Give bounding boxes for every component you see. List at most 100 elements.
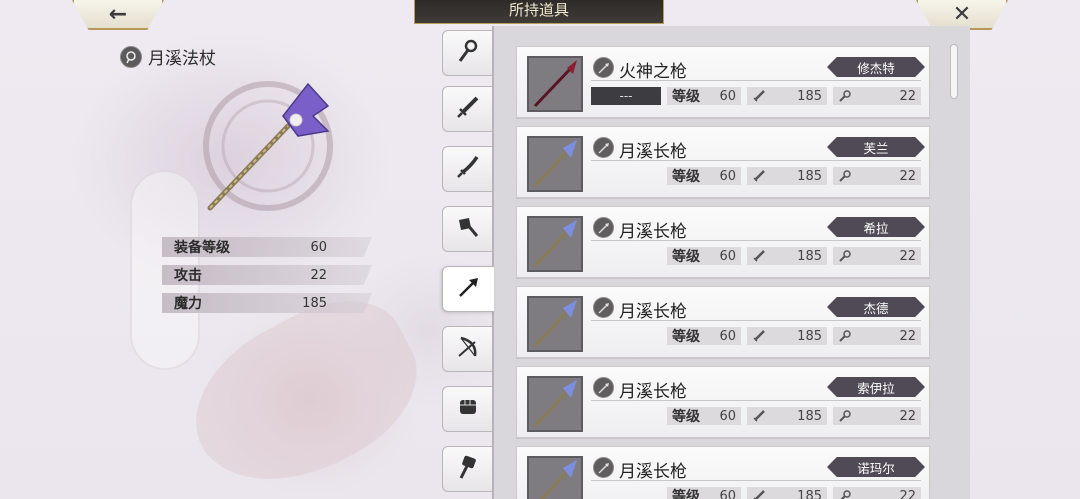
detail-header: 月溪法杖 — [120, 44, 216, 69]
tab-spear[interactable] — [442, 266, 494, 312]
magic-value: 22 — [899, 168, 916, 184]
item-card[interactable]: 火神之枪 修杰特 --- 等级 60 185 22 — [516, 46, 930, 118]
owner-tag: 修杰特 — [827, 57, 925, 77]
sword-stat-icon — [752, 409, 766, 423]
magic-value: 22 — [899, 488, 916, 499]
detail-stat-magic: 魔力 185 — [162, 293, 372, 313]
item-thumbnail — [527, 136, 583, 192]
level-stat: 等级 60 — [667, 167, 741, 185]
level-value: 60 — [719, 168, 736, 184]
staff-stat-icon — [838, 329, 852, 343]
divider — [591, 240, 921, 241]
spear-type-icon — [593, 457, 614, 478]
stat-label: 装备等级 — [174, 240, 230, 256]
owner-tag: 杰德 — [827, 297, 925, 317]
level-stat: 等级 60 — [667, 87, 741, 105]
close-icon: ✕ — [952, 1, 972, 27]
attack-value: 185 — [797, 248, 822, 264]
tab-sword[interactable] — [442, 86, 492, 132]
divider — [591, 160, 921, 161]
owner-tag: 芙兰 — [827, 137, 925, 157]
item-card[interactable]: 月溪长枪 诺玛尔 等级 60 185 22 — [516, 446, 930, 499]
item-card[interactable]: 月溪长枪 芙兰 等级 60 185 22 — [516, 126, 930, 198]
spear-type-icon — [593, 217, 614, 238]
detail-item-name: 月溪法杖 — [148, 49, 216, 69]
attack-stat: 185 — [747, 327, 827, 345]
level-label: 等级 — [672, 489, 700, 499]
stat-value: 22 — [310, 267, 327, 283]
magic-stat: 22 — [833, 87, 921, 105]
item-card[interactable]: 月溪长枪 杰德 等级 60 185 22 — [516, 286, 930, 358]
level-label: 等级 — [672, 169, 700, 185]
spear-type-icon — [593, 57, 614, 78]
item-name: 月溪长枪 — [619, 142, 687, 162]
item-name: 月溪长枪 — [619, 462, 687, 482]
staff-stat-icon — [838, 169, 852, 183]
page-title: 所持道具 — [414, 0, 664, 24]
level-value: 60 — [719, 88, 736, 104]
equipped-indicator: --- — [591, 87, 661, 105]
tab-hammer[interactable] — [442, 446, 492, 492]
item-card[interactable]: 月溪长枪 索伊拉 等级 60 185 22 — [516, 366, 930, 438]
staff-stat-icon — [838, 89, 852, 103]
magic-stat: 22 — [833, 167, 921, 185]
stat-label: 魔力 — [174, 296, 202, 312]
level-stat: 等级 60 — [667, 487, 741, 499]
staff-stat-icon — [838, 249, 852, 263]
magic-value: 22 — [899, 248, 916, 264]
magic-stat: 22 — [833, 247, 921, 265]
level-stat: 等级 60 — [667, 407, 741, 425]
item-thumbnail — [527, 296, 583, 352]
attack-value: 185 — [797, 408, 822, 424]
divider — [591, 320, 921, 321]
magic-stat: 22 — [833, 487, 921, 499]
level-value: 60 — [719, 488, 736, 499]
level-value: 60 — [719, 248, 736, 264]
item-name: 月溪长枪 — [619, 382, 687, 402]
tab-katana[interactable] — [442, 146, 492, 192]
level-value: 60 — [719, 408, 736, 424]
divider — [591, 480, 921, 481]
attack-value: 185 — [797, 168, 822, 184]
divider — [591, 80, 921, 81]
attack-stat: 185 — [747, 407, 827, 425]
tab-fist[interactable] — [442, 386, 492, 432]
sword-stat-icon — [752, 329, 766, 343]
level-label: 等级 — [672, 89, 700, 105]
staff-stat-icon — [838, 489, 852, 499]
spear-type-icon — [593, 297, 614, 318]
hammer-tab-icon — [455, 454, 481, 484]
level-label: 等级 — [672, 329, 700, 345]
item-thumbnail — [527, 456, 583, 499]
attack-stat: 185 — [747, 167, 827, 185]
sword-tab-icon — [455, 94, 481, 124]
magic-stat: 22 — [833, 407, 921, 425]
detail-stat-attack: 攻击 22 — [162, 265, 372, 285]
item-name: 月溪长枪 — [619, 222, 687, 242]
sword-stat-icon — [752, 89, 766, 103]
tab-bow[interactable] — [442, 326, 492, 372]
spear-type-icon — [593, 377, 614, 398]
attack-stat: 185 — [747, 247, 827, 265]
staff-artwork — [188, 76, 348, 226]
tab-staff[interactable] — [442, 30, 492, 76]
spear-tab-icon — [456, 274, 482, 304]
item-thumbnail — [527, 56, 583, 112]
attack-value: 185 — [797, 328, 822, 344]
staff-stat-icon — [838, 409, 852, 423]
magic-value: 22 — [899, 408, 916, 424]
list-scrollbar[interactable] — [950, 44, 958, 99]
level-value: 60 — [719, 328, 736, 344]
divider — [591, 400, 921, 401]
level-label: 等级 — [672, 409, 700, 425]
tab-axe[interactable] — [442, 206, 492, 252]
detail-stat-level: 装备等级 60 — [162, 237, 372, 257]
back-arrow-icon: ← — [108, 1, 128, 27]
katana-tab-icon — [455, 154, 481, 184]
sword-stat-icon — [752, 249, 766, 263]
item-card[interactable]: 月溪长枪 希拉 等级 60 185 22 — [516, 206, 930, 278]
item-name: 月溪长枪 — [619, 302, 687, 322]
sword-stat-icon — [752, 169, 766, 183]
owner-tag: 诺玛尔 — [827, 457, 925, 477]
stat-value: 185 — [302, 295, 327, 311]
